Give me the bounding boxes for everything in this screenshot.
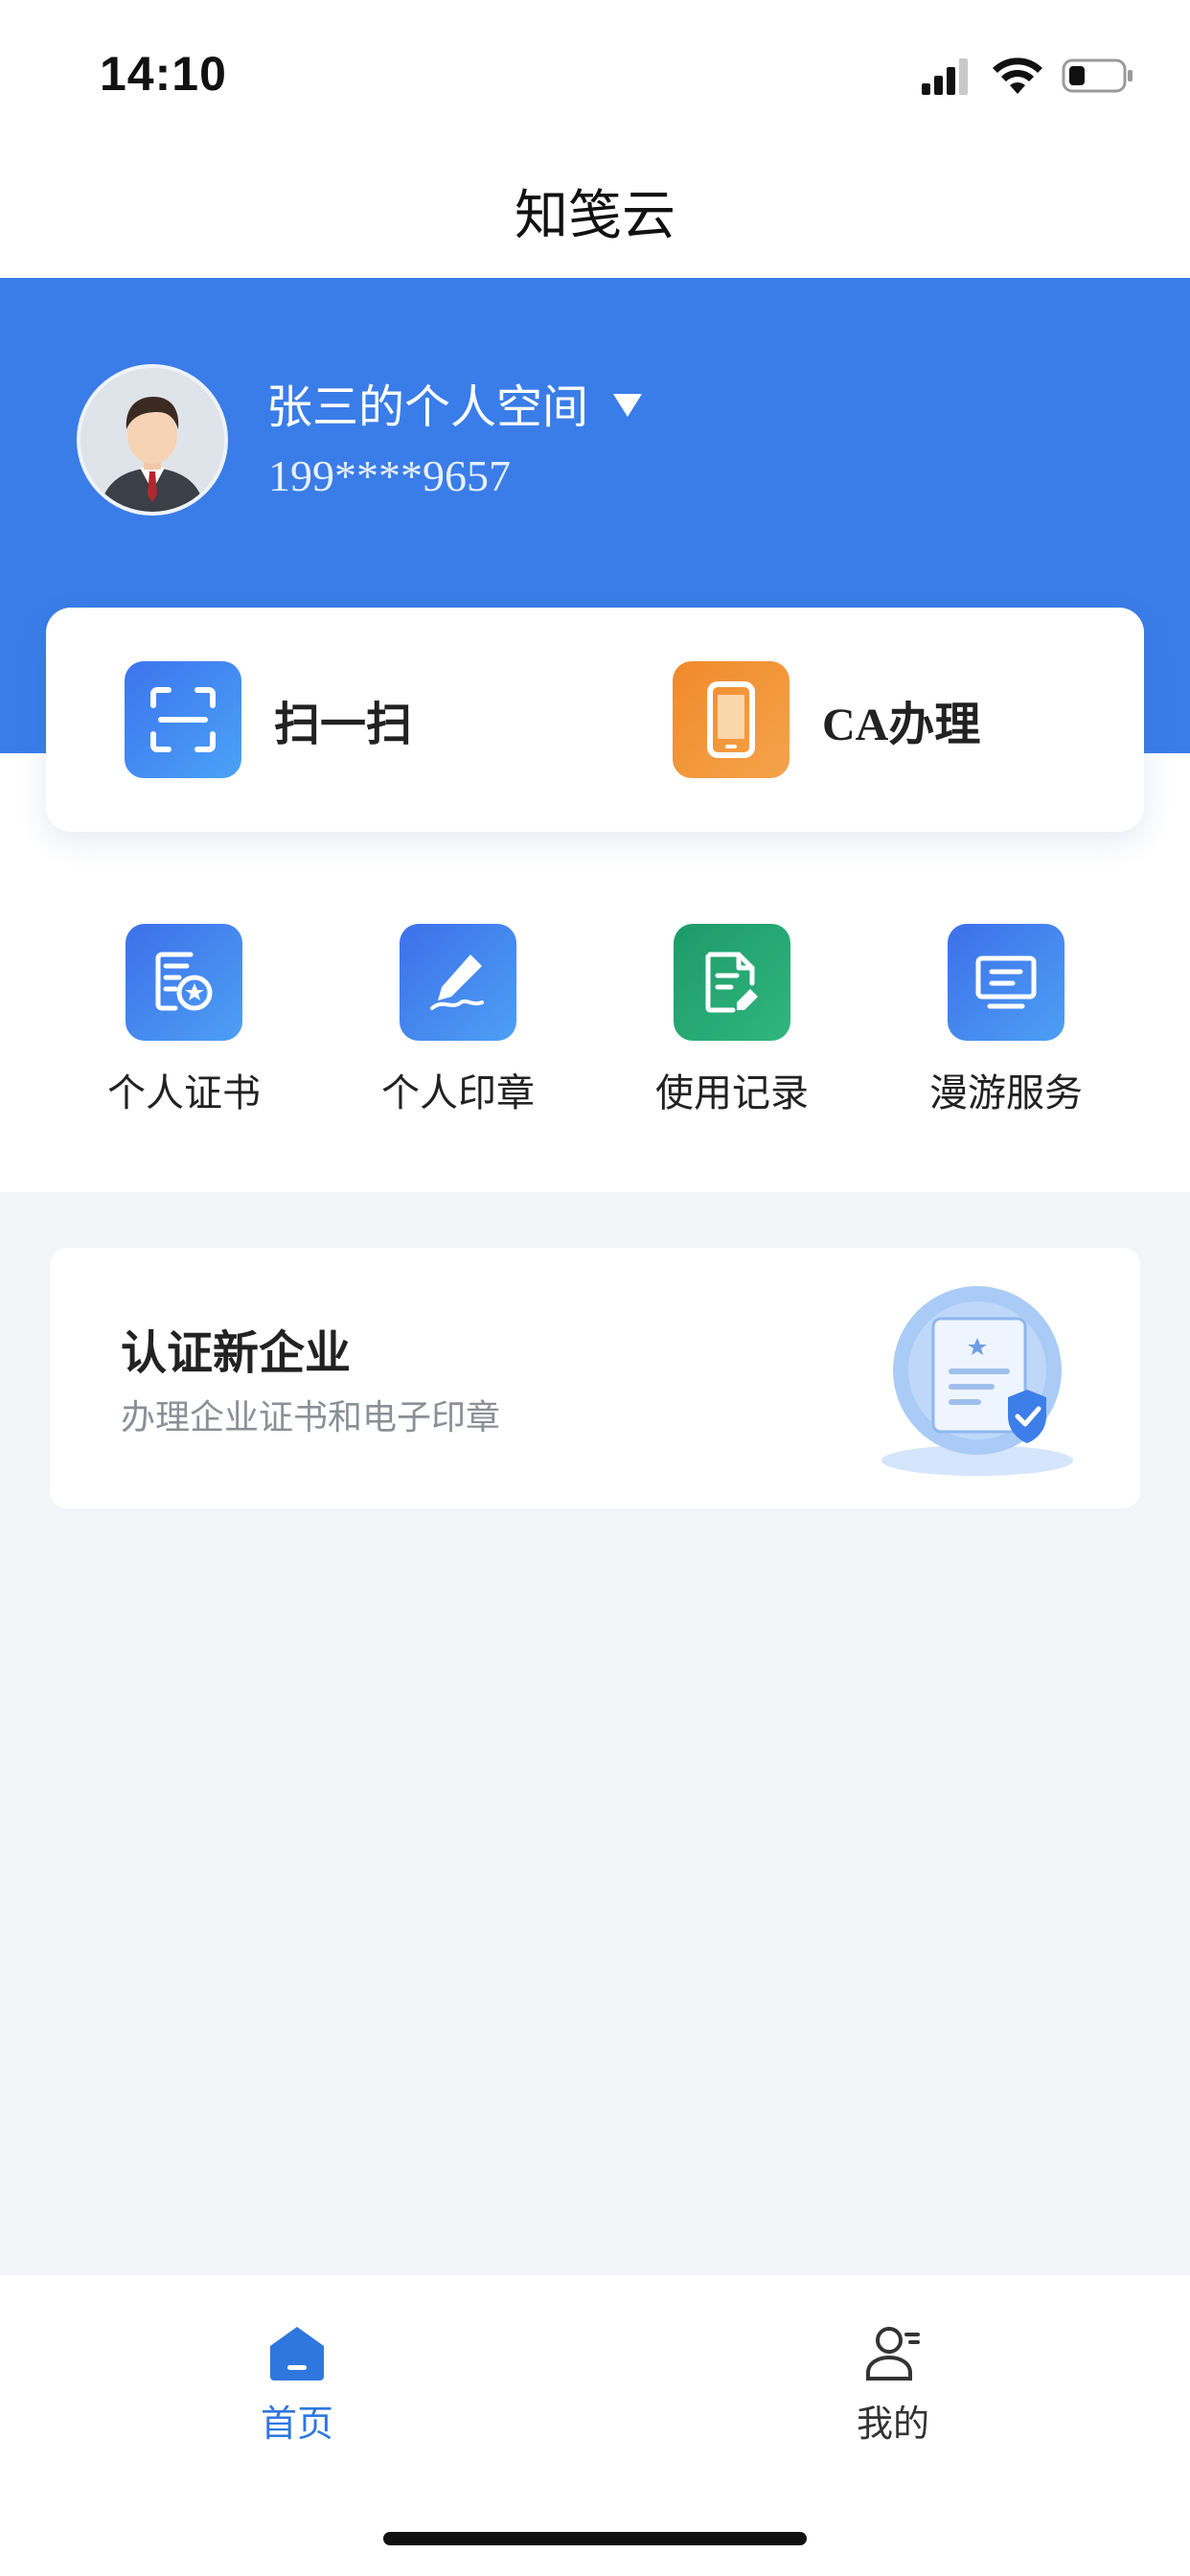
signature-pen-icon [400,924,516,1041]
feature-label: 漫游服务 [929,1071,1083,1116]
home-icon [270,2327,324,2380]
status-bar: 14:10 [0,0,1190,144]
space-name: 张三的个人空间 [266,380,589,434]
scan-button[interactable]: 扫一扫 [125,661,412,778]
page-title: 知笺云 [515,184,675,247]
quick-actions-card: 扫一扫 CA办理 [46,608,1144,832]
tab-label: 首页 [260,2403,333,2445]
scan-label: 扫一扫 [274,698,413,751]
tab-mine[interactable]: 我的 [797,2323,989,2447]
user-avatar-icon [80,368,224,512]
certify-enterprise-card[interactable]: 认证新企业 办理企业证书和电子印章 [50,1248,1140,1508]
ca-service-button[interactable]: CA办理 [673,661,980,778]
wifi-icon [993,58,1042,94]
tab-label: 我的 [856,2403,929,2445]
caret-down-icon [613,394,643,417]
feature-roaming-service[interactable]: 漫游服务 [891,924,1121,1117]
certificate-icon [126,924,242,1041]
tab-home[interactable]: 首页 [201,2323,393,2447]
phone-number: 199****9657 [268,451,511,500]
status-icons [920,54,1134,98]
monitor-icon [948,924,1064,1041]
document-edit-icon [674,924,790,1041]
feature-label: 个人印章 [381,1071,535,1116]
feature-personal-seal[interactable]: 个人印章 [343,924,573,1117]
status-time: 14:10 [100,47,227,101]
tab-bar: 首页 我的 [0,2275,1190,2576]
home-indicator[interactable] [383,2532,807,2545]
feature-personal-certificate[interactable]: 个人证书 [69,924,299,1117]
avatar[interactable] [77,364,228,516]
feature-usage-records[interactable]: 使用记录 [617,924,847,1117]
enterprise-certificate-illustration-icon [881,1286,1073,1476]
user-profile-icon [866,2327,920,2380]
feature-label: 个人证书 [107,1071,261,1116]
enterprise-card-subtitle: 办理企业证书和电子印章 [121,1398,501,1438]
enterprise-card-title: 认证新企业 [121,1326,352,1380]
battery-icon [1062,58,1133,93]
scan-icon [125,661,241,778]
nav-bar: 知笺云 [0,144,1190,278]
space-switcher[interactable]: 张三的个人空间 [266,369,643,436]
ca-label: CA办理 [822,700,981,750]
feature-label: 使用记录 [655,1071,809,1116]
mobile-phone-icon [673,661,790,778]
cellular-signal-icon [922,58,968,95]
